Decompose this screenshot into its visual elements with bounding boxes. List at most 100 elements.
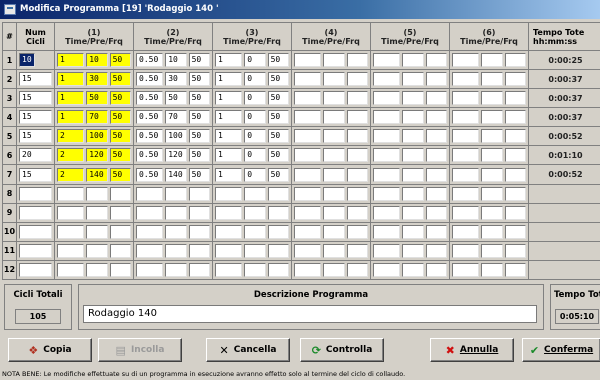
time-input[interactable]: 1 [57,72,85,87]
pressure-input[interactable] [323,148,345,163]
time-input[interactable] [294,243,322,258]
pressure-input[interactable] [86,262,108,277]
time-input[interactable] [452,186,480,201]
pressure-input[interactable] [481,129,503,144]
pressure-input[interactable] [323,72,345,87]
cicli-input[interactable]: 20 [19,148,52,163]
pressure-input[interactable] [402,224,424,239]
pressure-input[interactable] [244,262,266,277]
time-input[interactable] [57,243,85,258]
time-input[interactable]: 1 [57,53,85,68]
pressure-input[interactable]: 30 [165,72,187,87]
copia-button[interactable]: ❖ Copia [8,338,92,362]
frequency-input[interactable] [109,224,132,239]
frequency-input[interactable]: 50 [267,91,290,106]
pressure-input[interactable] [323,243,345,258]
frequency-input[interactable] [504,186,527,201]
frequency-input[interactable]: 50 [188,167,211,182]
time-input[interactable]: 0.50 [136,148,164,163]
frequency-input[interactable] [425,262,448,277]
time-input[interactable] [57,186,85,201]
controlla-button[interactable]: ⟳ Controlla [300,338,384,362]
time-input[interactable] [373,148,401,163]
pressure-input[interactable] [323,224,345,239]
pressure-input[interactable] [165,224,187,239]
time-input[interactable] [294,53,322,68]
pressure-input[interactable] [481,205,503,220]
frequency-input[interactable] [346,91,369,106]
frequency-input[interactable] [425,129,448,144]
time-input[interactable] [452,110,480,125]
time-input[interactable] [294,205,322,220]
cicli-input[interactable] [19,205,52,220]
frequency-input[interactable]: 50 [109,53,132,68]
frequency-input[interactable] [188,262,211,277]
pressure-input[interactable] [86,186,108,201]
pressure-input[interactable] [86,243,108,258]
pressure-input[interactable] [481,72,503,87]
frequency-input[interactable] [504,53,527,68]
cicli-input[interactable]: 15 [19,110,52,125]
time-input[interactable] [294,224,322,239]
frequency-input[interactable] [504,148,527,163]
time-input[interactable] [373,205,401,220]
cancella-button[interactable]: ✕ Cancella [206,338,290,362]
time-input[interactable]: 1 [215,53,243,68]
time-input[interactable] [373,72,401,87]
time-input[interactable] [373,129,401,144]
time-input[interactable] [452,262,480,277]
frequency-input[interactable] [267,186,290,201]
pressure-input[interactable] [86,224,108,239]
frequency-input[interactable] [346,148,369,163]
frequency-input[interactable]: 50 [188,148,211,163]
pressure-input[interactable] [402,262,424,277]
pressure-input[interactable]: 30 [86,72,108,87]
frequency-input[interactable] [425,148,448,163]
frequency-input[interactable] [267,262,290,277]
pressure-input[interactable] [402,148,424,163]
pressure-input[interactable] [86,205,108,220]
pressure-input[interactable] [402,53,424,68]
pressure-input[interactable] [402,129,424,144]
time-input[interactable] [57,224,85,239]
pressure-input[interactable] [323,91,345,106]
time-input[interactable] [452,91,480,106]
pressure-input[interactable] [402,72,424,87]
pressure-input[interactable] [323,167,345,182]
pressure-input[interactable]: 10 [165,53,187,68]
frequency-input[interactable] [504,262,527,277]
time-input[interactable]: 1 [215,72,243,87]
frequency-input[interactable] [346,167,369,182]
frequency-input[interactable] [109,186,132,201]
pressure-input[interactable] [402,110,424,125]
frequency-input[interactable] [425,224,448,239]
pressure-input[interactable] [481,262,503,277]
frequency-input[interactable] [425,72,448,87]
frequency-input[interactable] [504,224,527,239]
pressure-input[interactable]: 140 [86,167,108,182]
pressure-input[interactable] [165,205,187,220]
time-input[interactable] [452,129,480,144]
cicli-input[interactable]: 15 [19,91,52,106]
pressure-input[interactable] [323,110,345,125]
frequency-input[interactable] [504,110,527,125]
frequency-input[interactable] [425,91,448,106]
annulla-button[interactable]: ✖ Annulla [430,338,514,362]
pressure-input[interactable] [165,262,187,277]
descrizione-input[interactable]: Rodaggio 140 [83,305,537,323]
pressure-input[interactable] [165,243,187,258]
frequency-input[interactable]: 50 [188,129,211,144]
frequency-input[interactable]: 50 [267,72,290,87]
pressure-input[interactable]: 0 [244,91,266,106]
time-input[interactable]: 0.50 [136,53,164,68]
time-input[interactable] [373,110,401,125]
frequency-input[interactable]: 50 [267,148,290,163]
time-input[interactable]: 1 [215,167,243,182]
time-input[interactable] [215,186,243,201]
time-input[interactable]: 0.50 [136,72,164,87]
time-input[interactable] [136,186,164,201]
frequency-input[interactable] [504,205,527,220]
pressure-input[interactable] [402,243,424,258]
frequency-input[interactable] [346,129,369,144]
conferma-button[interactable]: ✔ Conferma [522,338,600,362]
